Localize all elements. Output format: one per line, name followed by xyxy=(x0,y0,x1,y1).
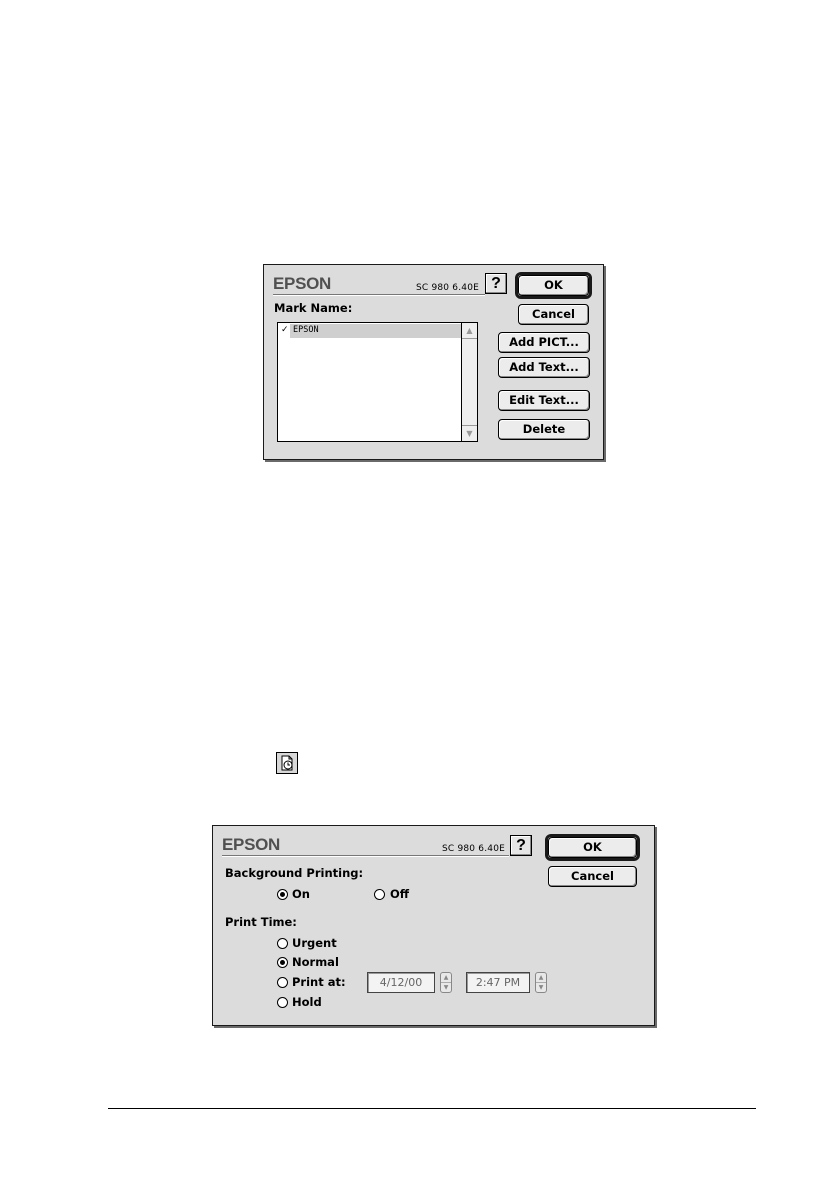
stepper-up-icon[interactable]: ▲ xyxy=(441,973,451,982)
edit-text-button[interactable]: Edit Text... xyxy=(498,390,590,411)
radio-hold[interactable] xyxy=(277,997,288,1008)
list-scrollbar[interactable]: ▲ ▼ xyxy=(461,323,477,441)
radio-urgent-label: Urgent xyxy=(292,936,337,950)
watermark-dialog: EPSON SC 980 6.40E ? OK Cancel Mark Name… xyxy=(263,264,604,460)
background-printing-label: Background Printing: xyxy=(225,866,364,880)
mark-name-list[interactable]: ✓ EPSON ▲ ▼ xyxy=(277,322,478,442)
cancel-button[interactable]: Cancel xyxy=(548,866,637,887)
radio-off[interactable] xyxy=(374,889,385,900)
radio-urgent[interactable] xyxy=(277,938,288,949)
mark-name-label: Mark Name: xyxy=(274,301,353,315)
print-time-label: Print Time: xyxy=(225,915,297,929)
logo-divider xyxy=(222,855,509,857)
ok-button[interactable]: OK xyxy=(518,275,589,296)
background-printing-dialog: EPSON SC 980 6.40E ? OK Cancel Backgroun… xyxy=(212,825,655,1026)
epson-logo: EPSON xyxy=(222,835,281,854)
checkmark-icon: ✓ xyxy=(281,325,289,335)
radio-print-at[interactable] xyxy=(277,977,288,988)
stepper-down-icon[interactable]: ▼ xyxy=(536,983,546,992)
background-printing-clock-icon xyxy=(276,752,298,774)
page-footer-rule xyxy=(108,1108,756,1109)
delete-button[interactable]: Delete xyxy=(498,419,590,440)
add-pict-button[interactable]: Add PICT... xyxy=(498,332,590,353)
radio-normal[interactable] xyxy=(277,957,288,968)
logo-divider xyxy=(273,294,485,296)
driver-version: SC 980 6.40E xyxy=(416,283,480,293)
print-time-field[interactable]: 2:47 PM xyxy=(466,972,530,993)
add-text-button[interactable]: Add Text... xyxy=(498,357,590,378)
stepper-up-icon[interactable]: ▲ xyxy=(536,973,546,982)
radio-on-label: On xyxy=(292,887,310,901)
list-item-label: EPSON xyxy=(293,325,319,335)
radio-on[interactable] xyxy=(277,889,288,900)
radio-off-label: Off xyxy=(390,887,410,901)
help-button[interactable]: ? xyxy=(510,835,532,856)
radio-print-at-label: Print at: xyxy=(292,975,346,989)
ok-button[interactable]: OK xyxy=(548,837,637,858)
cancel-button[interactable]: Cancel xyxy=(518,304,589,325)
help-button[interactable]: ? xyxy=(485,273,507,294)
time-stepper[interactable]: ▲ ▼ xyxy=(535,972,547,993)
driver-version: SC 980 6.40E xyxy=(442,844,506,854)
list-item[interactable]: ✓ EPSON xyxy=(279,324,461,338)
radio-hold-label: Hold xyxy=(292,995,322,1009)
scroll-down-arrow-icon[interactable]: ▼ xyxy=(462,425,477,441)
date-stepper[interactable]: ▲ ▼ xyxy=(440,972,452,993)
scroll-up-arrow-icon[interactable]: ▲ xyxy=(462,323,477,339)
stepper-down-icon[interactable]: ▼ xyxy=(441,983,451,992)
radio-normal-label: Normal xyxy=(292,955,339,969)
epson-logo: EPSON xyxy=(273,274,332,293)
print-date-field[interactable]: 4/12/00 xyxy=(367,972,435,993)
